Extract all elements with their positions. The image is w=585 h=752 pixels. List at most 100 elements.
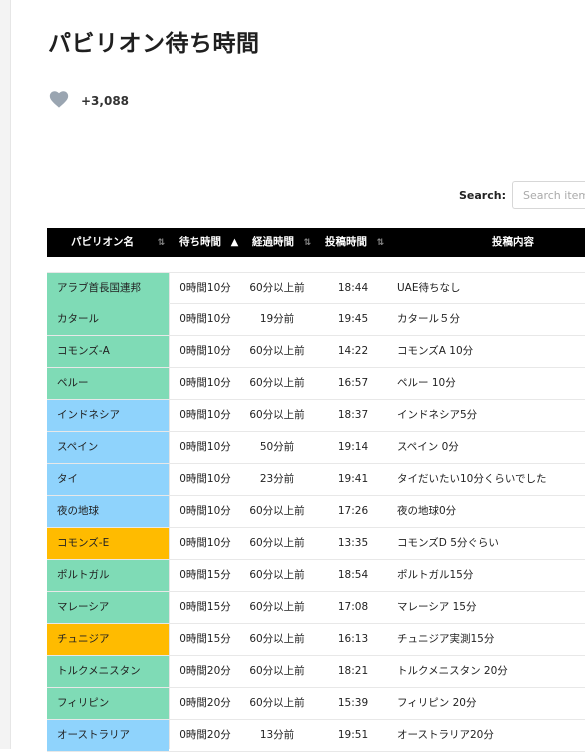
post-content-cell: スペイン 0分: [397, 441, 459, 453]
pavilion-name-cell: チュニジア: [47, 624, 169, 655]
posted-time-cell: 14:22: [337, 345, 369, 357]
wait-time-cell: 0時間15分: [179, 569, 231, 581]
column-header-posted-label: 投稿時間: [325, 236, 367, 248]
post-content-cell: 夜の地球0分: [397, 505, 457, 517]
elapsed-time-cell: 23分前: [259, 473, 295, 485]
pavilion-name-cell: インドネシア: [47, 400, 169, 431]
post-content-cell: ポルトガル15分: [397, 569, 474, 581]
table-row[interactable]: チュニジア 0時間15分 60分以上前 16:13 チュニジア実測15分: [47, 624, 585, 656]
table-row[interactable]: アラブ首長国連邦 0時間10分 60分以上前 18:44 UAE待ちなし: [47, 272, 585, 304]
pavilion-name-cell: フィリピン: [47, 688, 169, 719]
table-row[interactable]: タイ 0時間10分 23分前 19:41 タイだいたい10分くらいでした: [47, 464, 585, 496]
pavilion-name-cell: コモンズ-E: [47, 528, 169, 559]
elapsed-time-cell: 60分以上前: [249, 601, 305, 613]
post-content-cell: インドネシア5分: [397, 409, 478, 421]
elapsed-time-cell: 60分以上前: [249, 377, 305, 389]
heart-icon[interactable]: [48, 88, 70, 114]
pavilion-name-cell: ペルー: [47, 368, 169, 399]
column-header-wait-label: 待ち時間: [179, 236, 221, 248]
pavilion-name-cell: オーストラリア: [47, 720, 169, 751]
pavilion-name-cell: スペイン: [47, 432, 169, 463]
table-header: パビリオン名 ⇅ 待ち時間 ▲ 経過時間 ⇅ 投稿時間 ⇅ 投稿内容: [47, 228, 585, 257]
table-body: アラブ首長国連邦 0時間10分 60分以上前 18:44 UAE待ちなしカタール 0時間1…: [47, 272, 585, 752]
elapsed-time-cell: 60分以上前: [249, 633, 305, 645]
posted-time-cell: 16:57: [337, 377, 369, 389]
posted-time-cell: 19:51: [337, 729, 369, 741]
column-header-content-label: 投稿内容: [492, 236, 534, 248]
elapsed-time-cell: 19分前: [259, 313, 295, 325]
table-row[interactable]: フィリピン 0時間20分 60分以上前 15:39 フィリピン 20分: [47, 688, 585, 720]
posted-time-cell: 19:45: [337, 313, 369, 325]
posted-time-cell: 18:21: [337, 665, 369, 677]
wait-time-cell: 0時間10分: [179, 473, 231, 485]
post-content-cell: ペルー 10分: [397, 377, 456, 389]
post-content-cell: オーストラリア20分: [397, 729, 494, 741]
post-content-cell: UAE待ちなし: [397, 282, 461, 294]
left-border: [0, 0, 11, 749]
wait-time-cell: 0時間20分: [179, 729, 231, 741]
post-content-cell: チュニジア実測15分: [397, 633, 495, 645]
sort-icon: ⇅: [157, 238, 166, 248]
wait-time-cell: 0時間10分: [179, 377, 231, 389]
table-row[interactable]: 夜の地球 0時間10分 60分以上前 17:26 夜の地球0分: [47, 496, 585, 528]
table-row[interactable]: マレーシア 0時間15分 60分以上前 17:08 マレーシア 15分: [47, 592, 585, 624]
column-header-pavilion[interactable]: パビリオン名 ⇅: [71, 228, 165, 257]
elapsed-time-cell: 60分以上前: [249, 505, 305, 517]
page-title: パビリオン待ち時間: [48, 31, 260, 57]
search-input[interactable]: [511, 181, 585, 209]
posted-time-cell: 13:35: [337, 537, 369, 549]
pavilion-name-cell: カタール: [47, 304, 169, 335]
sort-icon: ⇅: [303, 238, 312, 248]
wait-time-cell: 0時間10分: [179, 441, 231, 453]
column-header-content[interactable]: 投稿内容: [492, 228, 534, 257]
post-content-cell: カタール５分: [397, 313, 460, 325]
table-row[interactable]: トルクメニスタン 0時間20分 60分以上前 18:21 トルクメニスタン 20分: [47, 656, 585, 688]
wait-time-cell: 0時間10分: [179, 345, 231, 357]
pavilion-name-cell: トルクメニスタン: [47, 656, 169, 687]
column-header-wait[interactable]: 待ち時間 ▲: [179, 228, 238, 257]
column-header-elapsed[interactable]: 経過時間 ⇅: [252, 228, 311, 257]
table-row[interactable]: コモンズ-E 0時間10分 60分以上前 13:35 コモンズD 5分ぐらい: [47, 528, 585, 560]
post-content-cell: タイだいたい10分くらいでした: [397, 473, 547, 485]
post-content-cell: コモンズA 10分: [397, 345, 474, 357]
wait-time-cell: 0時間10分: [179, 282, 231, 294]
elapsed-time-cell: 50分前: [259, 441, 295, 453]
header-gap: [47, 257, 585, 272]
elapsed-time-cell: 60分以上前: [249, 665, 305, 677]
column-header-posted[interactable]: 投稿時間 ⇅: [325, 228, 384, 257]
table-row[interactable]: オーストラリア 0時間20分 13分前 19:51 オーストラリア20分: [47, 720, 585, 752]
column-header-pavilion-label: パビリオン名: [71, 236, 134, 248]
like-widget[interactable]: +3,088: [48, 88, 129, 114]
table-row[interactable]: カタール 0時間10分 19分前 19:45 カタール５分: [47, 304, 585, 336]
table-row[interactable]: インドネシア 0時間10分 60分以上前 18:37 インドネシア5分: [47, 400, 585, 432]
wait-time-cell: 0時間20分: [179, 665, 231, 677]
table-row[interactable]: ペルー 0時間10分 60分以上前 16:57 ペルー 10分: [47, 368, 585, 400]
wait-time-cell: 0時間20分: [179, 697, 231, 709]
elapsed-time-cell: 60分以上前: [249, 409, 305, 421]
posted-time-cell: 17:08: [337, 601, 369, 613]
elapsed-time-cell: 13分前: [259, 729, 295, 741]
table-row[interactable]: スペイン 0時間10分 50分前 19:14 スペイン 0分: [47, 432, 585, 464]
elapsed-time-cell: 60分以上前: [249, 345, 305, 357]
pavilion-name-cell: アラブ首長国連邦: [47, 273, 169, 304]
posted-time-cell: 19:14: [337, 441, 369, 453]
wait-time-cell: 0時間15分: [179, 601, 231, 613]
posted-time-cell: 16:13: [337, 633, 369, 645]
elapsed-time-cell: 60分以上前: [249, 537, 305, 549]
table-row[interactable]: コモンズ-A 0時間10分 60分以上前 14:22 コモンズA 10分: [47, 336, 585, 368]
search-bar: Search:: [459, 181, 585, 209]
pavilion-name-cell: コモンズ-A: [47, 336, 169, 367]
post-content-cell: マレーシア 15分: [397, 601, 477, 613]
posted-time-cell: 18:54: [337, 569, 369, 581]
column-header-elapsed-label: 経過時間: [252, 236, 294, 248]
table-row[interactable]: ポルトガル 0時間15分 60分以上前 18:54 ポルトガル15分: [47, 560, 585, 592]
pavilion-name-cell: 夜の地球: [47, 496, 169, 527]
posted-time-cell: 17:26: [337, 505, 369, 517]
posted-time-cell: 18:37: [337, 409, 369, 421]
sort-icon: ⇅: [376, 238, 385, 248]
wait-time-cell: 0時間15分: [179, 633, 231, 645]
wait-time-cell: 0時間10分: [179, 505, 231, 517]
pavilion-name-cell: マレーシア: [47, 592, 169, 623]
post-content-cell: トルクメニスタン 20分: [397, 665, 508, 677]
posted-time-cell: 18:44: [337, 282, 369, 294]
